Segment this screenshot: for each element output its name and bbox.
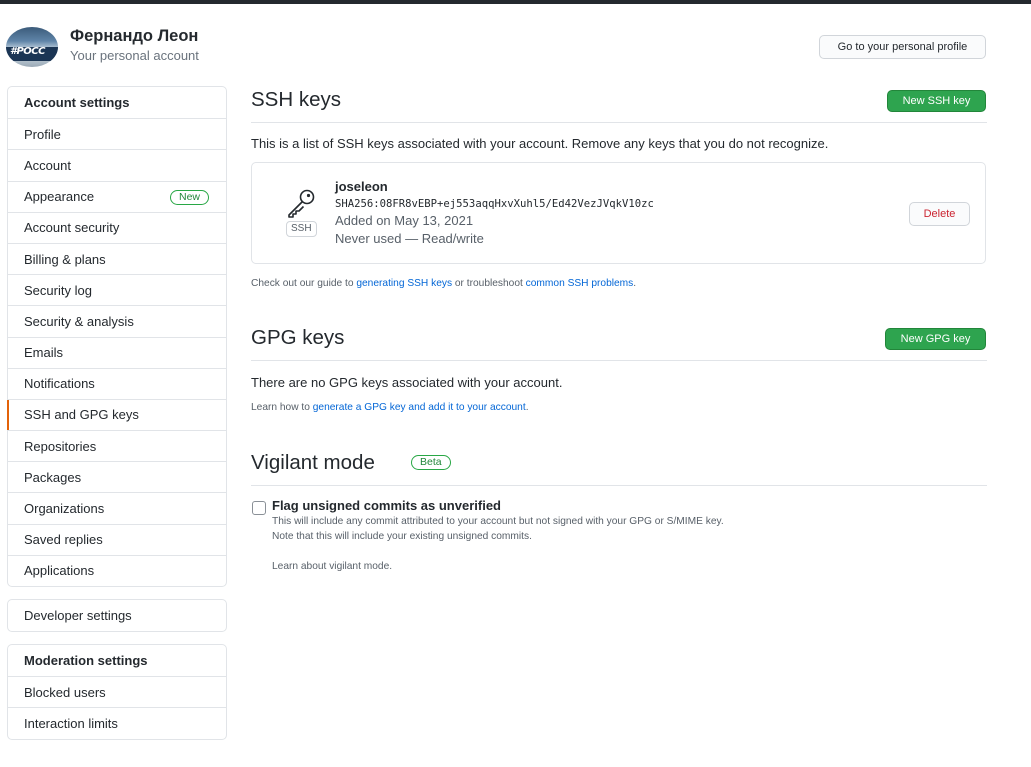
ssh-key-title: joseleon <box>335 179 388 194</box>
new-gpg-key-button[interactable]: New GPG key <box>885 328 986 350</box>
sidebar-item-blocked-users[interactable]: Blocked users <box>8 676 226 707</box>
sidebar-item-profile[interactable]: Profile <box>8 118 226 149</box>
sidebar-item-notifications[interactable]: Notifications <box>8 367 226 399</box>
sidebar-item-account-security[interactable]: Account security <box>8 211 226 243</box>
new-ssh-key-button[interactable]: New SSH key <box>887 90 986 112</box>
ssh-key-item: SSH joseleon SHA256:08FR8vEBP+ej553aqqHx… <box>251 162 986 264</box>
gpg-empty-message: There are no GPG keys associated with yo… <box>251 375 563 390</box>
account-type: Your personal account <box>70 48 199 63</box>
generating-ssh-keys-link[interactable]: generating SSH keys <box>356 278 452 289</box>
sidebar-item-saved-replies[interactable]: Saved replies <box>8 523 226 555</box>
ssh-guide-middle: or troubleshoot <box>452 278 526 289</box>
sidebar-item-organizations[interactable]: Organizations <box>8 492 226 523</box>
divider <box>251 122 987 123</box>
ssh-key-added-date: Added on May 13, 2021 <box>335 213 474 228</box>
account-settings-heading: Account settings <box>24 95 130 111</box>
sidebar-item-account[interactable]: Account <box>8 149 226 180</box>
sidebar-item-applications[interactable]: Applications <box>8 554 226 586</box>
ssh-type-badge: SSH <box>286 221 317 237</box>
sidebar-item-interaction-limits[interactable]: Interaction limits <box>8 707 226 738</box>
moderation-settings-heading: Moderation settings <box>24 653 148 669</box>
ssh-keys-title: SSH keys <box>251 88 341 111</box>
top-bar <box>0 0 1031 4</box>
flag-unsigned-commits-label[interactable]: Flag unsigned commits as unverified <box>272 498 501 513</box>
generate-gpg-key-link[interactable]: generate a GPG key and add it to your ac… <box>313 402 526 413</box>
sidebar-item-billing[interactable]: Billing & plans <box>8 242 226 274</box>
sidebar-item-appearance[interactable]: Appearance New <box>8 180 226 212</box>
go-to-profile-button[interactable]: Go to your personal profile <box>819 35 986 59</box>
sidebar-item-repositories[interactable]: Repositories <box>8 430 226 461</box>
common-ssh-problems-link[interactable]: common SSH problems <box>526 278 634 289</box>
sidebar-item-emails[interactable]: Emails <box>8 336 226 368</box>
vigilant-mode-title: Vigilant mode <box>251 451 375 474</box>
developer-settings-menu: Developer settings <box>7 599 227 633</box>
sidebar-item-security-log[interactable]: Security log <box>8 274 226 305</box>
ssh-guide-suffix: . <box>633 278 637 289</box>
moderation-settings-menu: Moderation settings Blocked users Intera… <box>7 644 227 740</box>
sidebar-item-security-analysis[interactable]: Security & analysis <box>8 305 226 336</box>
new-badge: New <box>169 189 209 205</box>
ssh-guide-text: Check out our guide to generating SSH ke… <box>251 278 636 289</box>
gpg-learn-suffix: . <box>525 402 529 413</box>
sidebar-item-developer-settings[interactable]: Developer settings <box>8 600 226 631</box>
key-icon <box>288 189 315 218</box>
divider <box>251 360 987 361</box>
ssh-key-usage: Never used — Read/write <box>335 231 484 246</box>
beta-badge: Beta <box>411 455 451 470</box>
avatar[interactable]: #POCC <box>6 27 58 67</box>
flag-unsigned-commits-checkbox[interactable] <box>252 501 266 515</box>
user-name[interactable]: Фернандо Леон <box>70 27 198 46</box>
vigilant-note-2: Note that this will include your existin… <box>272 531 532 542</box>
ssh-key-fingerprint: SHA256:08FR8vEBP+ej553aqqHxvXuhl5/Ed42Ve… <box>335 198 654 210</box>
sidebar-item-label: Appearance <box>24 189 95 205</box>
gpg-learn-text: Learn how to generate a GPG key and add … <box>251 402 529 413</box>
sidebar-item-ssh-gpg-keys[interactable]: SSH and GPG keys <box>7 398 226 431</box>
ssh-description: This is a list of SSH keys associated wi… <box>251 136 829 151</box>
avatar-text: #POCC <box>10 46 45 57</box>
vigilant-note-1: This will include any commit attributed … <box>272 516 724 527</box>
learn-vigilant-mode-link[interactable]: Learn about vigilant mode. <box>272 561 392 572</box>
divider <box>251 485 987 486</box>
gpg-learn-prefix: Learn how to <box>251 402 313 413</box>
delete-ssh-key-button[interactable]: Delete <box>909 202 970 226</box>
account-settings-menu: Account settings Profile Account Appeara… <box>7 86 227 587</box>
ssh-guide-prefix: Check out our guide to <box>251 278 357 289</box>
gpg-keys-title: GPG keys <box>251 326 345 349</box>
sidebar-item-packages[interactable]: Packages <box>8 461 226 492</box>
